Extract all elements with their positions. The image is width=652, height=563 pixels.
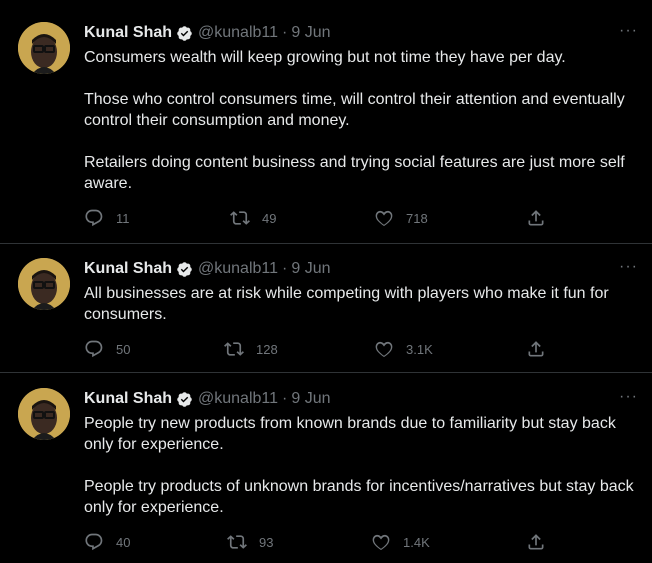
tweet-actions: 40 93 1.4K (84, 532, 554, 556)
reply-count: 50 (116, 341, 131, 357)
retweet-button[interactable]: 49 (230, 208, 276, 228)
tweet-time[interactable]: 9 Jun (291, 260, 330, 278)
verified-badge-icon (177, 391, 192, 407)
tweet-text: People try new products from known brand… (84, 413, 638, 518)
avatar[interactable] (18, 258, 70, 310)
more-icon[interactable]: ··· (619, 258, 638, 276)
share-icon (528, 534, 544, 550)
like-count: 1.4K (403, 534, 430, 550)
tweet-paragraph: Retailers doing content business and try… (84, 154, 625, 192)
verified-badge-icon (177, 261, 192, 277)
retweet-count: 49 (262, 210, 277, 226)
share-icon (528, 210, 544, 226)
more-icon[interactable]: ··· (619, 22, 638, 40)
retweet-button[interactable]: 128 (224, 339, 278, 359)
tweet-header: Kunal Shah @kunalb11 · 9 Jun ··· (84, 388, 638, 410)
tweet-actions: 50 128 3.1K (84, 339, 554, 363)
author-handle[interactable]: @kunalb11 (198, 390, 278, 408)
tweet-text: All businesses are at risk while competi… (84, 283, 638, 325)
tweet-paragraph: Those who control consumers time, will c… (84, 91, 625, 129)
reply-icon (85, 533, 103, 551)
like-button[interactable]: 1.4K (371, 532, 430, 552)
reply-count: 40 (116, 534, 131, 550)
retweet-icon (224, 342, 244, 356)
tweet-paragraph: People try products of unknown brands fo… (84, 478, 634, 516)
share-icon (528, 341, 544, 357)
tweet-paragraph: Consumers wealth will keep growing but n… (84, 49, 566, 66)
tweet[interactable]: Kunal Shah @kunalb11 · 9 Jun ··· People … (0, 374, 652, 563)
tweet-time[interactable]: 9 Jun (291, 390, 330, 408)
tweet-paragraph: All businesses are at risk while competi… (84, 285, 609, 323)
like-count: 3.1K (406, 341, 433, 357)
reply-button[interactable]: 11 (84, 208, 130, 228)
share-button[interactable] (526, 208, 546, 233)
share-button[interactable] (526, 532, 546, 557)
reply-icon (85, 340, 103, 358)
author-name[interactable]: Kunal Shah (84, 24, 172, 42)
tweet[interactable]: Kunal Shah @kunalb11 · 9 Jun ··· All bus… (0, 245, 652, 373)
retweet-icon (230, 211, 250, 225)
tweet-header: Kunal Shah @kunalb11 · 9 Jun ··· (84, 258, 638, 280)
verified-badge-icon (177, 25, 192, 41)
author-name[interactable]: Kunal Shah (84, 390, 172, 408)
like-button[interactable]: 3.1K (374, 339, 433, 359)
retweet-icon (227, 535, 247, 549)
author-handle[interactable]: @kunalb11 (198, 24, 278, 42)
retweet-count: 128 (256, 341, 278, 357)
like-button[interactable]: 718 (374, 208, 428, 228)
like-icon (372, 534, 390, 551)
tweet-paragraph: People try new products from known brand… (84, 415, 616, 453)
reply-button[interactable]: 50 (84, 339, 130, 359)
reply-button[interactable]: 40 (84, 532, 130, 552)
author-name[interactable]: Kunal Shah (84, 260, 172, 278)
tweet[interactable]: Kunal Shah @kunalb11 · 9 Jun ··· Consume… (0, 0, 652, 244)
retweet-count: 93 (259, 534, 274, 550)
tweet-actions: 11 49 718 (84, 208, 554, 232)
tweet-time[interactable]: 9 Jun (291, 24, 330, 42)
like-icon (375, 341, 393, 358)
separator: · (282, 260, 288, 277)
avatar[interactable] (18, 22, 70, 74)
like-count: 718 (406, 210, 428, 226)
author-handle[interactable]: @kunalb11 (198, 260, 278, 278)
retweet-button[interactable]: 93 (227, 532, 273, 552)
tweet-header: Kunal Shah @kunalb11 · 9 Jun ··· (84, 22, 638, 44)
share-button[interactable] (526, 339, 546, 364)
more-icon[interactable]: ··· (619, 388, 638, 406)
reply-count: 11 (116, 210, 130, 226)
separator: · (282, 390, 288, 407)
tweet-text: Consumers wealth will keep growing but n… (84, 47, 638, 194)
avatar[interactable] (18, 388, 70, 440)
separator: · (282, 24, 288, 41)
reply-icon (85, 209, 103, 227)
like-icon (375, 210, 393, 227)
